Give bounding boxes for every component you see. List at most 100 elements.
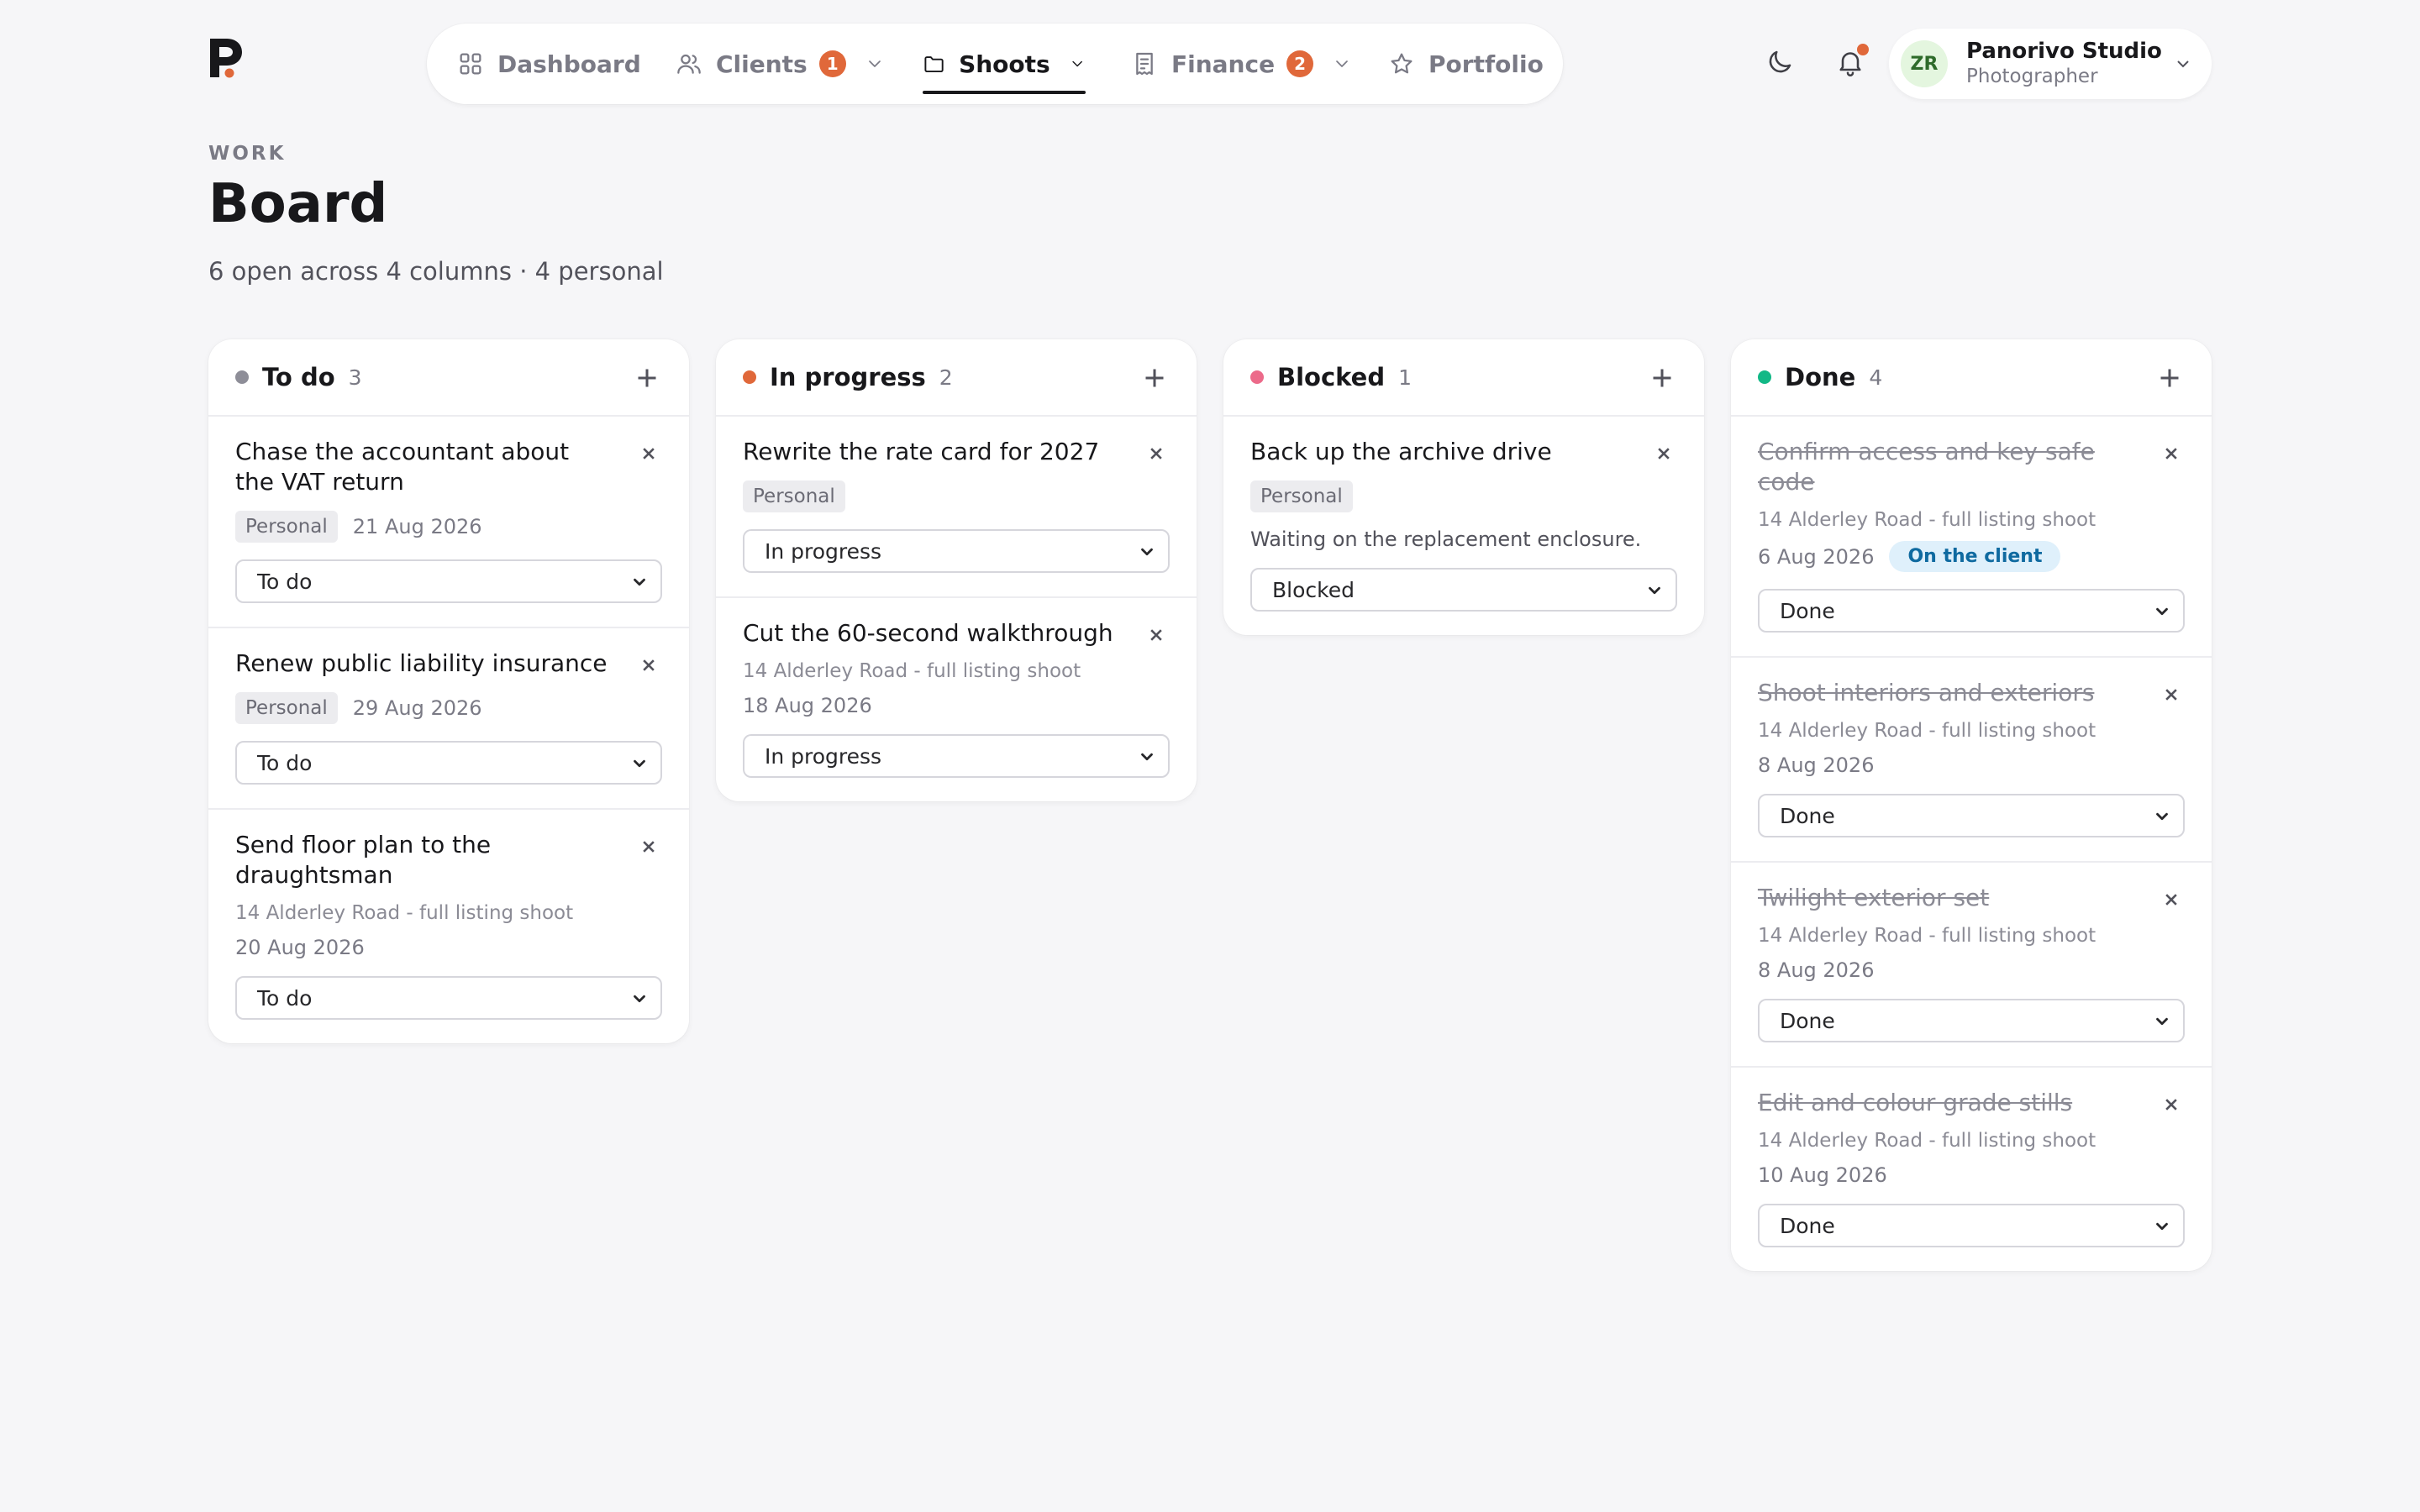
column-todo: To do 3 Chase the accountant about the V… (208, 339, 689, 1043)
remove-card-button[interactable] (2160, 888, 2183, 911)
due-date: 8 Aug 2026 (1758, 958, 1875, 982)
chevron-down-icon (2156, 1222, 2168, 1231)
plus-icon (1653, 369, 1671, 387)
due-date: 21 Aug 2026 (352, 515, 482, 538)
account-role: Photographer (1966, 66, 2098, 87)
chevron-down-icon (2156, 1017, 2168, 1026)
chevron-down-icon[interactable] (1069, 54, 1086, 74)
due-date: 8 Aug 2026 (1758, 753, 1875, 777)
close-icon (643, 448, 655, 459)
chevron-down-icon (634, 578, 645, 586)
shoot-reference[interactable]: 14 Alderley Road - full listing shoot (235, 902, 662, 924)
column-count: 2 (939, 365, 953, 390)
chevron-down-icon[interactable] (865, 54, 885, 74)
remove-card-button[interactable] (637, 835, 660, 858)
status-select[interactable]: Done (1758, 794, 2185, 837)
status-select-value: To do (257, 750, 313, 775)
status-select-value: Done (1780, 598, 1835, 623)
finance-badge: 2 (1286, 50, 1314, 77)
shoot-reference[interactable]: 14 Alderley Road - full listing shoot (1758, 925, 2185, 947)
remove-card-button[interactable] (637, 654, 660, 677)
task-card[interactable]: Shoot interiors and exteriors 14 Alderle… (1731, 658, 2212, 863)
column-title: Done (1785, 363, 1856, 391)
due-date: 20 Aug 2026 (235, 936, 365, 959)
status-select[interactable]: Done (1758, 999, 2185, 1042)
remove-card-button[interactable] (1652, 442, 1676, 465)
remove-card-button[interactable] (2160, 442, 2183, 465)
task-card[interactable]: Rewrite the rate card for 2027 Personal … (716, 417, 1197, 598)
card-title: Twilight exterior set (1758, 884, 1990, 911)
add-card-button[interactable] (1647, 363, 1677, 393)
task-card[interactable]: Confirm access and key safe code 14 Alde… (1731, 417, 2212, 658)
remove-card-button[interactable] (1144, 623, 1168, 647)
close-icon (1150, 629, 1162, 641)
card-title: Confirm access and key safe code (1758, 438, 2095, 496)
card-title: Send floor plan to the draughtsman (235, 831, 492, 889)
grid-icon (460, 53, 481, 75)
status-select[interactable]: Blocked (1250, 568, 1677, 612)
shoot-reference[interactable]: 14 Alderley Road - full listing shoot (1758, 509, 2185, 531)
remove-card-button[interactable] (637, 442, 660, 465)
column-count: 4 (1869, 365, 1883, 390)
status-select[interactable]: To do (235, 976, 662, 1020)
personal-chip: Personal (235, 511, 338, 543)
status-select-value: In progress (765, 743, 882, 769)
chevron-down-icon (2156, 812, 2168, 821)
task-card[interactable]: Back up the archive drive Personal Waiti… (1223, 417, 1704, 635)
theme-toggle-button[interactable] (1761, 44, 1798, 81)
close-icon (2165, 1099, 2177, 1110)
add-card-button[interactable] (632, 363, 662, 393)
remove-card-button[interactable] (1144, 442, 1168, 465)
chevron-down-icon (634, 759, 645, 768)
nav-dashboard[interactable]: Dashboard (457, 24, 641, 104)
column-header: Blocked 1 (1223, 339, 1704, 417)
main-nav: Dashboard Clients 1 Shoots Finance 2 Por… (427, 24, 1563, 104)
notifications-button[interactable] (1832, 44, 1869, 81)
studio-logo[interactable] (208, 37, 244, 79)
status-select[interactable]: Done (1758, 1204, 2185, 1247)
plus-icon (638, 369, 656, 387)
plus-icon (1145, 369, 1164, 387)
task-card[interactable]: Edit and colour grade stills 14 Alderley… (1731, 1068, 2212, 1271)
app-root: Dashboard Clients 1 Shoots Finance 2 Por… (0, 0, 2420, 1512)
shoot-reference[interactable]: 14 Alderley Road - full listing shoot (1758, 1130, 2185, 1152)
shoot-reference[interactable]: 14 Alderley Road - full listing shoot (743, 660, 1170, 682)
card-title: Chase the accountant about the VAT retur… (235, 438, 570, 496)
add-card-button[interactable] (1139, 363, 1170, 393)
users-icon (677, 54, 701, 74)
card-title: Shoot interiors and exteriors (1758, 679, 2095, 706)
task-card[interactable]: Cut the 60-second walkthrough 14 Alderle… (716, 598, 1197, 801)
nav-clients[interactable]: Clients 1 (676, 24, 885, 104)
status-select[interactable]: To do (235, 741, 662, 785)
status-select[interactable]: To do (235, 559, 662, 603)
task-card[interactable]: Send floor plan to the draughtsman 14 Al… (208, 810, 689, 1043)
account-menu[interactable]: ZR Panorivo Studio Photographer (1889, 29, 2212, 99)
status-select-value: In progress (765, 538, 882, 564)
account-name: Panorivo Studio (1966, 39, 2162, 64)
due-date: 10 Aug 2026 (1758, 1163, 1887, 1187)
chevron-down-icon[interactable] (1332, 54, 1352, 74)
status-dot (1250, 370, 1264, 384)
task-card[interactable]: Renew public liability insurance Persona… (208, 628, 689, 810)
status-dot (1758, 370, 1771, 384)
nav-finance-label: Finance (1171, 50, 1276, 78)
column-title: To do (262, 363, 335, 391)
status-select[interactable]: In progress (743, 734, 1170, 778)
status-select-value: To do (257, 569, 313, 594)
add-card-button[interactable] (2154, 363, 2185, 393)
close-icon (643, 659, 655, 671)
personal-chip: Personal (1250, 480, 1353, 512)
column-title: In progress (770, 363, 926, 391)
task-card[interactable]: Twilight exterior set 14 Alderley Road -… (1731, 863, 2212, 1068)
blocked-note: Waiting on the replacement enclosure. (1250, 528, 1642, 551)
nav-portfolio[interactable]: Portfolio (1388, 24, 1544, 104)
task-card[interactable]: Chase the accountant about the VAT retur… (208, 417, 689, 628)
status-select[interactable]: Done (1758, 589, 2185, 633)
nav-shoots[interactable]: Shoots (923, 24, 1086, 104)
shoot-reference[interactable]: 14 Alderley Road - full listing shoot (1758, 720, 2185, 742)
remove-card-button[interactable] (2160, 683, 2183, 706)
nav-finance[interactable]: Finance 2 (1131, 24, 1352, 104)
close-icon (2165, 894, 2177, 906)
status-select[interactable]: In progress (743, 529, 1170, 573)
remove-card-button[interactable] (2160, 1093, 2183, 1116)
